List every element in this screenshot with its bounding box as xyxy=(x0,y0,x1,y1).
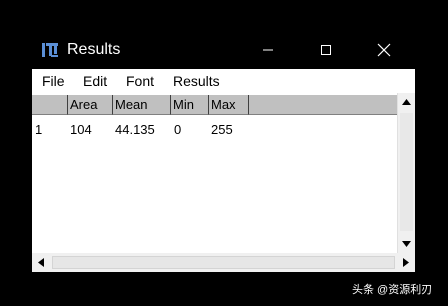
window-title: Results xyxy=(67,41,121,58)
horizontal-scroll-thumb[interactable] xyxy=(52,256,395,269)
results-window: Results File Edit Font Results Area Mean… xyxy=(32,31,415,272)
arrow-down-icon xyxy=(402,241,411,247)
cell-mean: 44.135 xyxy=(115,122,155,137)
horizontal-scrollbar[interactable] xyxy=(32,253,415,272)
column-header-min[interactable]: Min xyxy=(171,95,209,115)
maximize-icon xyxy=(321,45,331,55)
cell-max: 255 xyxy=(211,122,233,137)
menu-edit[interactable]: Edit xyxy=(83,73,107,89)
close-icon xyxy=(377,43,391,57)
maximize-button[interactable] xyxy=(297,31,355,69)
title-bar[interactable]: Results xyxy=(32,31,415,69)
imagej-icon xyxy=(42,43,58,57)
scroll-left-button[interactable] xyxy=(32,253,50,272)
menu-font[interactable]: Font xyxy=(126,73,154,89)
menu-file[interactable]: File xyxy=(42,73,65,89)
column-header-mean[interactable]: Mean xyxy=(113,95,171,115)
arrow-right-icon xyxy=(403,258,409,267)
column-header-area[interactable]: Area xyxy=(68,95,113,115)
column-header-index[interactable] xyxy=(32,95,68,115)
scroll-up-button[interactable] xyxy=(398,93,415,111)
cell-index: 1 xyxy=(35,122,43,137)
arrow-up-icon xyxy=(402,99,411,105)
column-header-max[interactable]: Max xyxy=(209,95,249,115)
menu-bar: File Edit Font Results xyxy=(32,69,415,93)
vertical-scrollbar[interactable] xyxy=(397,93,415,253)
minimize-icon xyxy=(263,49,273,51)
minimize-button[interactable] xyxy=(239,31,297,69)
watermark-text: 头条 @资源利刃 xyxy=(352,284,433,296)
scroll-down-button[interactable] xyxy=(398,235,415,253)
cell-area: 104 xyxy=(70,122,92,137)
menu-results[interactable]: Results xyxy=(173,73,220,89)
column-header-empty xyxy=(249,95,397,115)
scroll-right-button[interactable] xyxy=(397,253,415,272)
results-table: Area Mean Min Max 1 104 44.135 0 255 xyxy=(32,93,397,253)
cell-min: 0 xyxy=(174,122,182,137)
arrow-left-icon xyxy=(38,258,44,267)
close-button[interactable] xyxy=(355,31,413,69)
vertical-scroll-track[interactable] xyxy=(400,113,413,231)
